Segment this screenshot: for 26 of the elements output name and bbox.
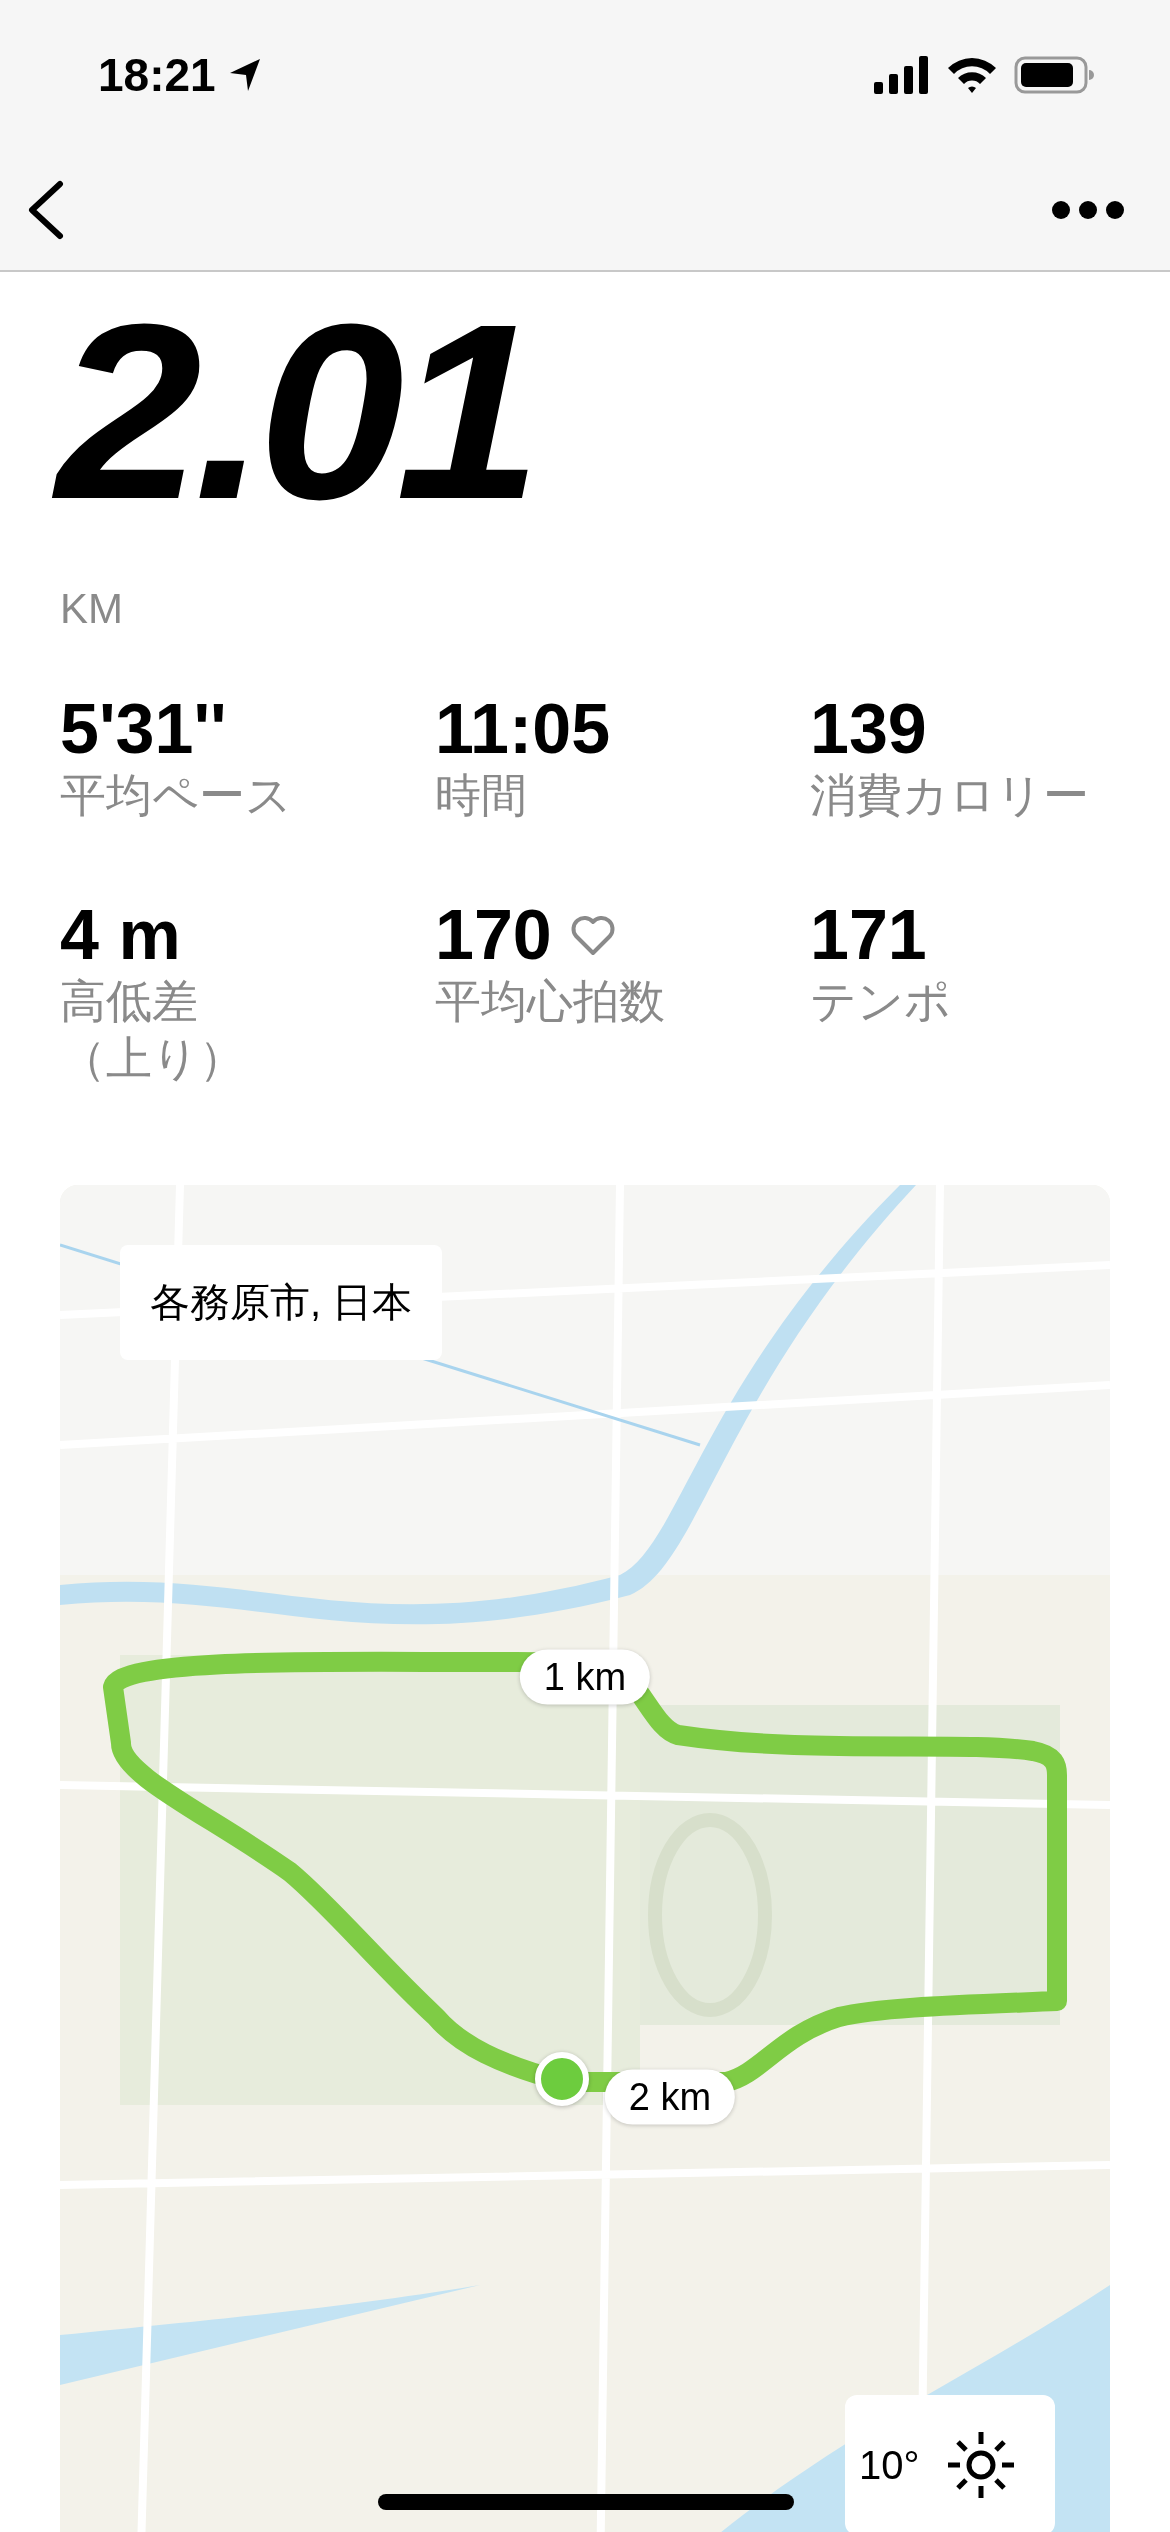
stat-label: 時間 [435,767,528,823]
stat-value: 171 [810,899,927,973]
stat-value: 11:05 [435,693,611,767]
stat-value: 139 [810,693,927,767]
stat-label: 高低差 [60,973,199,1029]
battery-icon [1014,56,1094,94]
stat-value: 5'31'' [60,693,227,767]
stat-label: 平均ペース [60,767,293,823]
back-icon[interactable] [26,180,66,240]
status-time: 18:21 [98,48,216,102]
distance-marker: 2 km [604,2069,736,2125]
stat-value: 4 m [60,899,181,973]
more-icon[interactable] [1051,200,1125,220]
sun-icon [945,2430,1016,2500]
location-label: 各務原市, 日本 [120,1245,443,1360]
signal-icon [874,56,930,94]
stat-label: 平均心拍数 [435,973,666,1029]
stat-label: 消費カロリー [810,767,1090,823]
stat-label: テンポ [810,973,952,1029]
heart-icon [569,914,616,957]
wifi-icon [946,56,998,94]
stat-label: （上り） [60,1031,246,1086]
stat-value: 170 [435,899,552,973]
distance-unit: KM [60,585,123,633]
distance-marker: 1 km [519,1649,651,1705]
temperature: 10° [859,2442,920,2488]
